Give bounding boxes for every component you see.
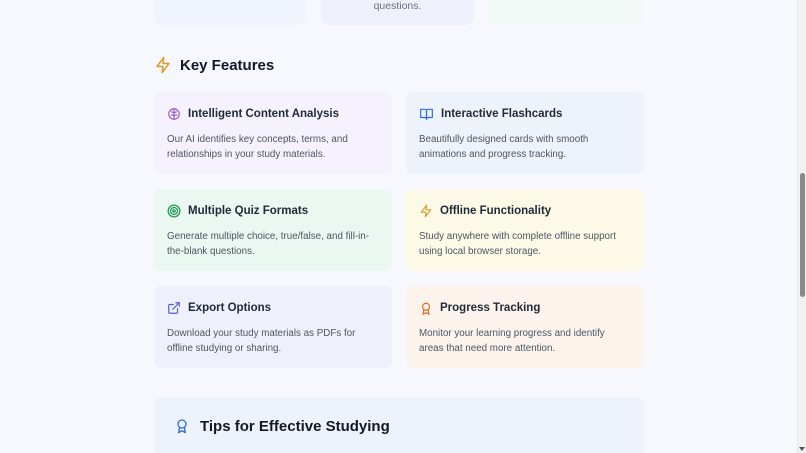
award-icon — [421, 302, 431, 315]
feature-card-title: Multiple Quiz Formats — [188, 205, 309, 217]
top-card — [490, 0, 643, 25]
feature-card-title: Interactive Flashcards — [441, 108, 563, 120]
vertical-scrollbar[interactable] — [797, 0, 806, 453]
feature-card-description: Study anywhere with complete offline sup… — [419, 231, 616, 257]
feature-card-progress: Progress Tracking Monitor your learning … — [406, 286, 644, 368]
feature-card-content-analysis: Intelligent Content Analysis Our AI iden… — [154, 92, 392, 174]
feature-card-title: Export Options — [188, 302, 272, 314]
target-icon — [167, 204, 181, 218]
feature-card-title: Offline Functionality — [440, 205, 552, 217]
external-link-icon — [168, 302, 180, 314]
feature-card-title: Intelligent Content Analysis — [188, 108, 340, 120]
feature-card-title: Progress Tracking — [440, 302, 541, 314]
feature-card-description: Download your study materials as PDFs fo… — [167, 328, 356, 354]
feature-card-flashcards: Interactive Flashcards Beautifully desig… — [406, 92, 644, 174]
feature-card-quiz-formats: Multiple Quiz Formats Generate multiple … — [154, 189, 392, 271]
lightning-icon — [420, 204, 432, 218]
tips-heading: Tips for Effective Studying — [174, 415, 390, 437]
key-features-title: Key Features — [180, 56, 275, 74]
feature-card-description: Our AI identifies key concepts, terms, a… — [167, 134, 348, 160]
feature-card-export: Export Options Download your study mater… — [154, 286, 392, 368]
scroll-down-arrow-icon[interactable] — [799, 447, 805, 451]
feature-card-description: Generate multiple choice, true/false, an… — [167, 231, 370, 257]
top-card: questions. — [321, 0, 474, 25]
page: questions. Key Features Intelligent Cont… — [0, 0, 806, 453]
tips-card: Tips for Effective Studying — [154, 397, 644, 453]
key-features-heading: Key Features — [154, 54, 274, 76]
feature-card-offline: Offline Functionality Study anywhere wit… — [406, 189, 644, 271]
scrollbar-thumb[interactable] — [800, 173, 805, 297]
brain-icon — [168, 108, 180, 120]
lightning-icon — [156, 56, 170, 74]
feature-card-description: Beautifully designed cards with smooth a… — [419, 134, 589, 160]
tips-title: Tips for Effective Studying — [200, 417, 390, 435]
feature-card-description: Monitor your learning progress and ident… — [419, 328, 605, 354]
award-icon — [177, 419, 187, 434]
book-open-icon — [420, 108, 433, 120]
top-card-text: questions. — [373, 0, 422, 12]
top-card — [154, 0, 306, 25]
